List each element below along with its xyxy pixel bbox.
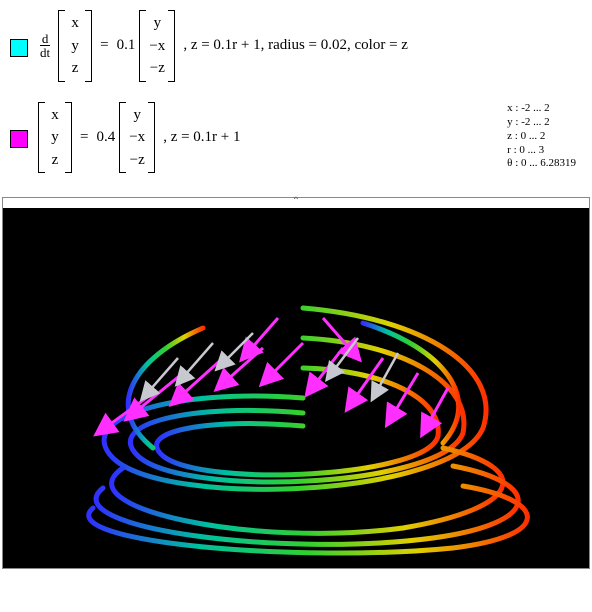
equation-2[interactable]: x y z = 0.4 y −x −z , z = 0.1r + 1 [38, 102, 241, 174]
plot-3d[interactable] [3, 208, 589, 568]
range-y: y : -2 ... 2 [507, 116, 576, 130]
vector-xyz-1: x y z [58, 10, 92, 82]
equation-row-2: x y z = 0.4 y −x −z , z = 0.1r + 1 x : - [10, 102, 582, 174]
vector-xyz-2: x y z [38, 102, 72, 174]
coef-1: 0.1 [117, 37, 136, 54]
range-z: z : 0 ... 2 [507, 130, 576, 144]
axis-ranges: x : -2 ... 2 y : -2 ... 2 z : 0 ... 2 r … [507, 102, 576, 171]
eq2-tail: , z = 0.1r + 1 [163, 129, 240, 146]
ddt-fraction: d dt [38, 32, 52, 59]
equation-panel: d dt x y z = 0.1 y −x −z [0, 0, 592, 197]
vector-out-1: y −x −z [139, 10, 175, 82]
range-x: x : -2 ... 2 [507, 102, 576, 116]
range-theta: θ : 0 ... 6.28319 [507, 157, 576, 171]
range-r: r : 0 ... 3 [507, 144, 576, 158]
plot-panel: ⌃ [2, 197, 590, 569]
equals-1: = [100, 37, 108, 54]
resize-handle-icon[interactable]: ⌃ [3, 198, 589, 208]
eq1-tail: , z = 0.1r + 1, radius = 0.02, color = z [183, 37, 408, 54]
equals-2: = [80, 129, 88, 146]
vector-out-2: y −x −z [119, 102, 155, 174]
equation-1[interactable]: d dt x y z = 0.1 y −x −z [38, 10, 408, 82]
coef-2: 0.4 [96, 129, 115, 146]
equation-row-1: d dt x y z = 0.1 y −x −z [10, 10, 582, 82]
color-swatch-magenta[interactable] [10, 130, 28, 148]
color-swatch-cyan[interactable] [10, 39, 28, 57]
